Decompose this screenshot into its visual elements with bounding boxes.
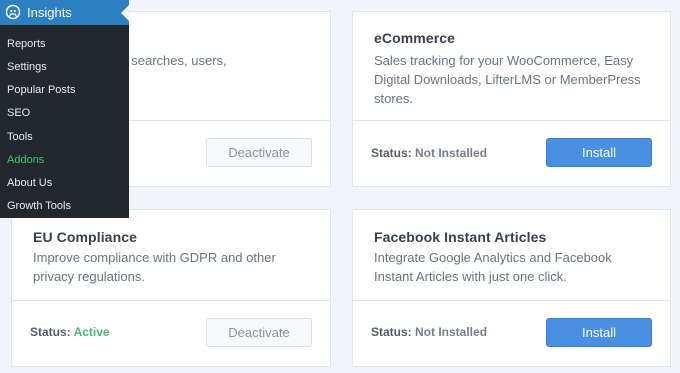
card-footer: Status: Not Installed Install xyxy=(353,300,670,366)
menu-item-about-us[interactable]: About Us xyxy=(7,177,52,189)
card-footer: Status: Not Installed Install xyxy=(353,120,670,186)
menu-item-growth-tools[interactable]: Growth Tools xyxy=(7,200,71,212)
addon-card-eu-compliance: EU Compliance Improve compliance with GD… xyxy=(11,209,331,367)
addon-title: EU Compliance xyxy=(33,229,137,245)
addon-description: Improve compliance with GDPR and other p… xyxy=(33,250,276,284)
card-footer: Status: Active Deactivate xyxy=(12,300,330,366)
menu-item-tools[interactable]: Tools xyxy=(7,131,33,143)
status-value: Active xyxy=(73,325,110,339)
menu-item-settings[interactable]: Settings xyxy=(7,61,47,73)
addon-title: Facebook Instant Articles xyxy=(374,229,547,245)
status-label: Status: xyxy=(371,325,412,339)
status-value: Not Installed xyxy=(415,325,488,339)
menu-insights[interactable]: Insights xyxy=(0,0,129,25)
admin-submenu: Insights Reports Settings Popular Posts … xyxy=(0,0,129,218)
menu-item-seo[interactable]: SEO xyxy=(7,107,30,119)
menu-title: Insights xyxy=(27,5,72,20)
menu-item-popular-posts[interactable]: Popular Posts xyxy=(7,84,75,96)
addon-card-facebook-instant-articles: Facebook Instant Articles Integrate Goog… xyxy=(352,209,671,367)
status-text: Status: Not Installed xyxy=(371,325,487,339)
insights-logo-icon xyxy=(5,4,21,20)
addon-title: eCommerce xyxy=(374,30,456,46)
menu-item-addons[interactable]: Addons xyxy=(7,154,44,166)
menu-pointer xyxy=(121,5,129,21)
install-button[interactable]: Install xyxy=(546,318,652,347)
addon-card-ecommerce: eCommerce Sales tracking for your WooCom… xyxy=(352,11,671,187)
deactivate-button[interactable]: Deactivate xyxy=(206,318,312,347)
status-text: Status: Not Installed xyxy=(371,146,487,160)
status-label: Status: xyxy=(371,146,412,160)
status-text: Status: Active xyxy=(30,325,110,339)
status-label: Status: xyxy=(30,325,71,339)
install-button[interactable]: Install xyxy=(546,138,652,167)
status-value: Not Installed xyxy=(415,146,488,160)
addon-description: Sales tracking for your WooCommerce, Eas… xyxy=(374,53,641,106)
deactivate-button[interactable]: Deactivate xyxy=(206,138,312,167)
menu-item-reports[interactable]: Reports xyxy=(7,38,46,50)
addon-description: Integrate Google Analytics and Facebook … xyxy=(374,250,612,284)
